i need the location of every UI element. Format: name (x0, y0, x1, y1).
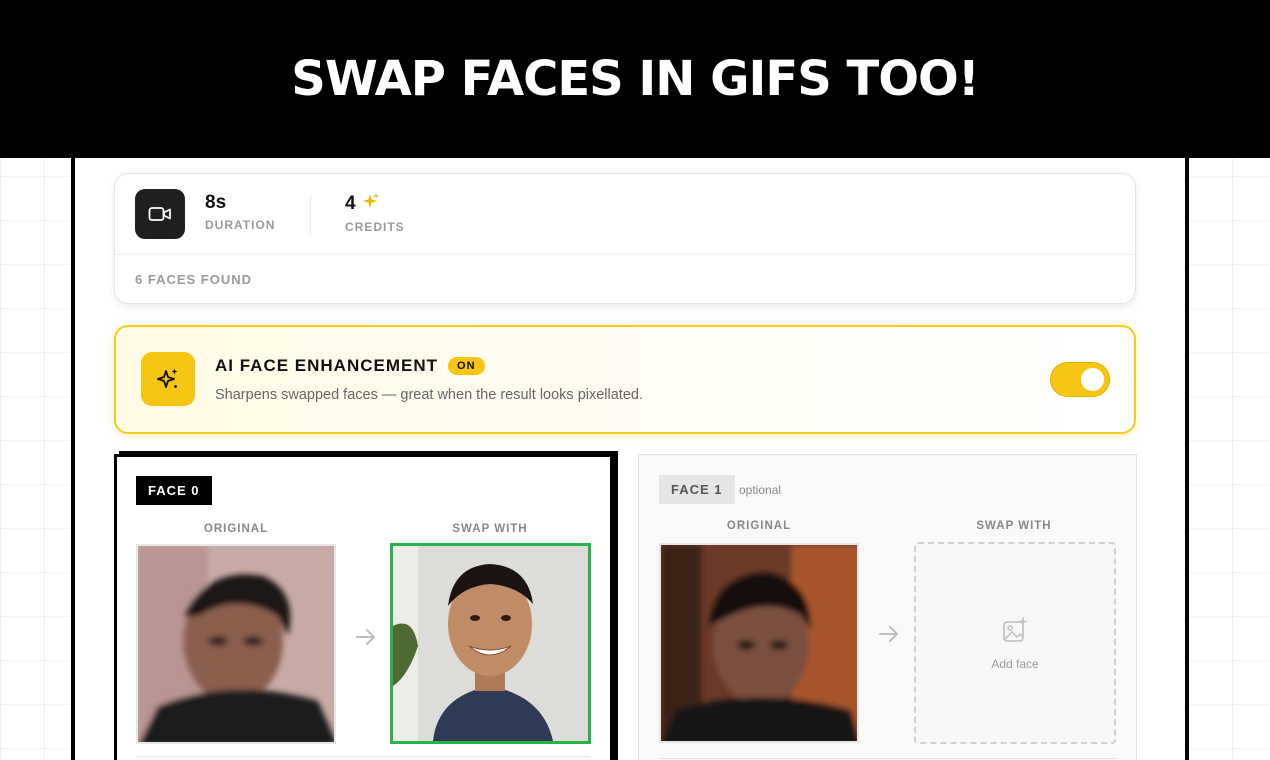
credits-stat: 4 CREDITS (345, 192, 405, 234)
optional-label: optional (739, 483, 782, 497)
face-card-0[interactable]: FACE 0 ORIGINAL SWAP WITH (114, 454, 613, 760)
banner-title: SWAP FACES IN GIFS TOO! (291, 51, 979, 107)
video-camera-icon (135, 189, 185, 239)
face-tag: FACE 1 (659, 475, 735, 504)
arrow-right-icon (878, 624, 900, 650)
credits-label: CREDITS (345, 220, 405, 234)
card-divider (659, 758, 1116, 759)
card-divider (115, 254, 1135, 255)
card-divider (137, 756, 590, 757)
duration-label: DURATION (205, 218, 276, 232)
original-label: ORIGINAL (726, 520, 792, 532)
swap-face-image[interactable] (390, 543, 591, 744)
sparkle-icon (362, 192, 380, 216)
face-card-1[interactable]: FACE 1 optional ORIGINAL SWAP WITH Add f… (638, 454, 1137, 760)
arrow-right-icon (355, 627, 377, 653)
face-tag: FACE 0 (136, 476, 212, 505)
swap-with-label: SWAP WITH (452, 523, 528, 535)
add-image-icon (1001, 616, 1029, 649)
ai-enhancement-card: AI FACE ENHANCEMENT ON Sharpens swapped … (114, 325, 1136, 434)
toggle-knob (1081, 368, 1104, 391)
sparkle-icon (141, 352, 195, 406)
original-label: ORIGINAL (203, 523, 269, 535)
video-info-card: 8s DURATION 4 CREDITS 6 FACES FOUND (114, 173, 1136, 304)
duration-value: 8s (205, 192, 227, 213)
enhancement-description: Sharpens swapped faces — great when the … (215, 387, 643, 403)
stat-divider (310, 194, 311, 234)
swap-with-label: SWAP WITH (976, 520, 1052, 532)
enhancement-title: AI FACE ENHANCEMENT (215, 356, 439, 375)
add-face-dropzone[interactable]: Add face (914, 542, 1116, 744)
credits-value: 4 (345, 193, 356, 214)
add-face-label: Add face (991, 656, 1039, 671)
original-face-image (659, 543, 859, 743)
faces-found-count: 6 FACES FOUND (135, 272, 253, 287)
promo-banner: SWAP FACES IN GIFS TOO! (0, 0, 1270, 158)
enhancement-toggle[interactable] (1050, 362, 1110, 397)
status-badge: ON (448, 357, 485, 375)
original-face-image (136, 544, 336, 744)
duration-stat: 8s DURATION (205, 192, 275, 232)
